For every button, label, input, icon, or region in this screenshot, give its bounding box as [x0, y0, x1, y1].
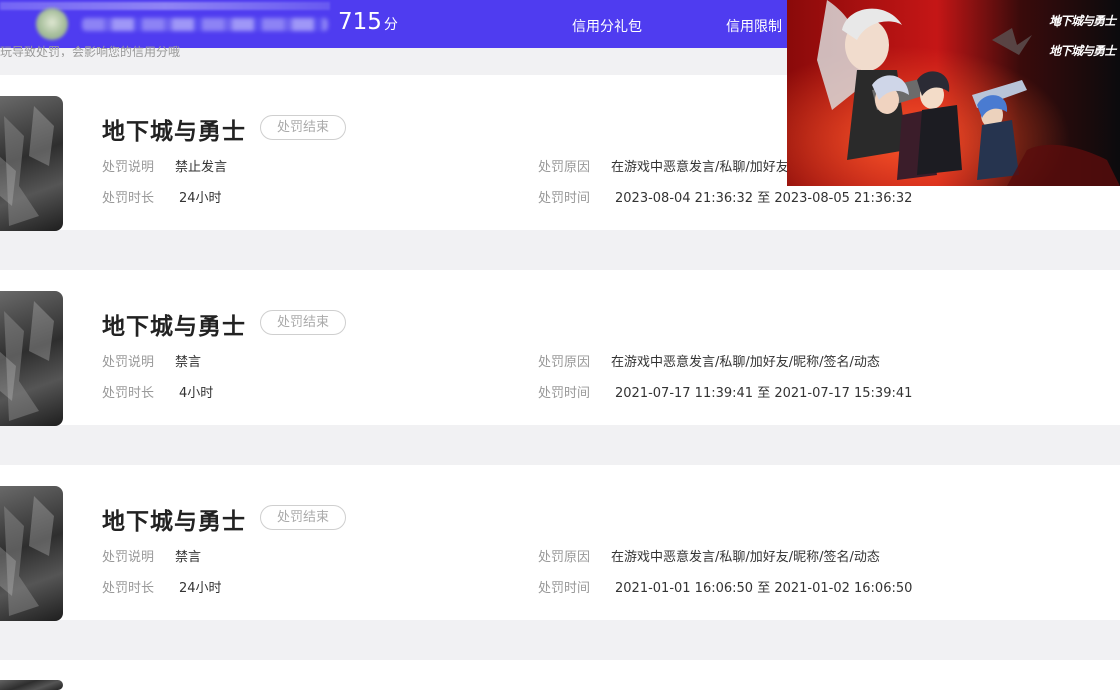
- game-thumbnail: [0, 291, 63, 426]
- game-title: 地下城与勇士: [102, 119, 246, 145]
- game-promo-image[interactable]: 地下城与勇士 地下城与勇士: [787, 0, 1120, 186]
- penalty-desc-value: 禁言: [175, 550, 202, 565]
- credit-score: 715 分: [338, 9, 398, 35]
- penalty-time-label: 处罚时间: [538, 191, 591, 206]
- credit-score-value: 715: [338, 9, 382, 35]
- penalty-duration-value: 4小时: [179, 386, 214, 401]
- penalty-desc-value: 禁言: [175, 355, 202, 370]
- penalty-reason-label: 处罚原因: [538, 355, 591, 370]
- game-thumbnail: [0, 680, 63, 690]
- blurred-username: [82, 18, 328, 31]
- status-badge: 处罚结束: [260, 115, 346, 140]
- game-title: 地下城与勇士: [102, 509, 246, 535]
- status-badge: 处罚结束: [260, 505, 346, 530]
- penalty-time-label: 处罚时间: [538, 581, 591, 596]
- game-thumbnail: [0, 96, 63, 231]
- game-logo: 地下城与勇士: [1049, 44, 1116, 58]
- nav-credit-limit[interactable]: 信用限制: [726, 16, 782, 36]
- penalty-reason-label: 处罚原因: [538, 550, 591, 565]
- penalty-desc-label: 处罚说明: [102, 355, 155, 370]
- penalty-reason-value: 在游戏中恶意发言/私聊/加好友/昵称/签名/动态: [611, 550, 880, 565]
- penalty-time-value: 2021-01-01 16:06:50 至 2021-01-02 16:06:5…: [615, 581, 913, 596]
- avatar[interactable]: [36, 8, 68, 40]
- penalty-duration-label: 处罚时长: [102, 191, 155, 206]
- penalty-duration-value: 24小时: [179, 581, 222, 596]
- nav-credit-gift[interactable]: 信用分礼包: [572, 16, 642, 36]
- penalty-record-card: 地下城与勇士 处罚结束 处罚说明 禁言 处罚时长 24小时 处罚原因 在游戏中恶…: [0, 465, 1120, 621]
- penalty-time-value: 2021-07-17 11:39:41 至 2021-07-17 15:39:4…: [615, 386, 913, 401]
- penalty-desc-label: 处罚说明: [102, 550, 155, 565]
- game-thumbnail: [0, 486, 63, 621]
- penalty-record-card: [0, 660, 1120, 690]
- credit-score-unit: 分: [383, 17, 398, 33]
- penalty-reason-label: 处罚原因: [538, 160, 591, 175]
- game-logo: 地下城与勇士: [1049, 14, 1116, 28]
- penalty-time-label: 处罚时间: [538, 386, 591, 401]
- penalty-duration-value: 24小时: [179, 191, 222, 206]
- status-badge: 处罚结束: [260, 310, 346, 335]
- penalty-duration-label: 处罚时长: [102, 581, 155, 596]
- penalty-reason-value: 在游戏中恶意发言/私聊/加好友/昵称/签名/动态: [611, 355, 880, 370]
- credit-notice: 玩导致处罚，会影响您的信用分哦: [0, 45, 181, 57]
- penalty-desc-label: 处罚说明: [102, 160, 155, 175]
- penalty-desc-value: 禁止发言: [175, 160, 228, 175]
- game-title: 地下城与勇士: [102, 314, 246, 340]
- penalty-record-card: 地下城与勇士 处罚结束 处罚说明 禁言 处罚时长 4小时 处罚原因 在游戏中恶意…: [0, 270, 1120, 426]
- penalty-duration-label: 处罚时长: [102, 386, 155, 401]
- penalty-time-value: 2023-08-04 21:36:32 至 2023-08-05 21:36:3…: [615, 191, 913, 206]
